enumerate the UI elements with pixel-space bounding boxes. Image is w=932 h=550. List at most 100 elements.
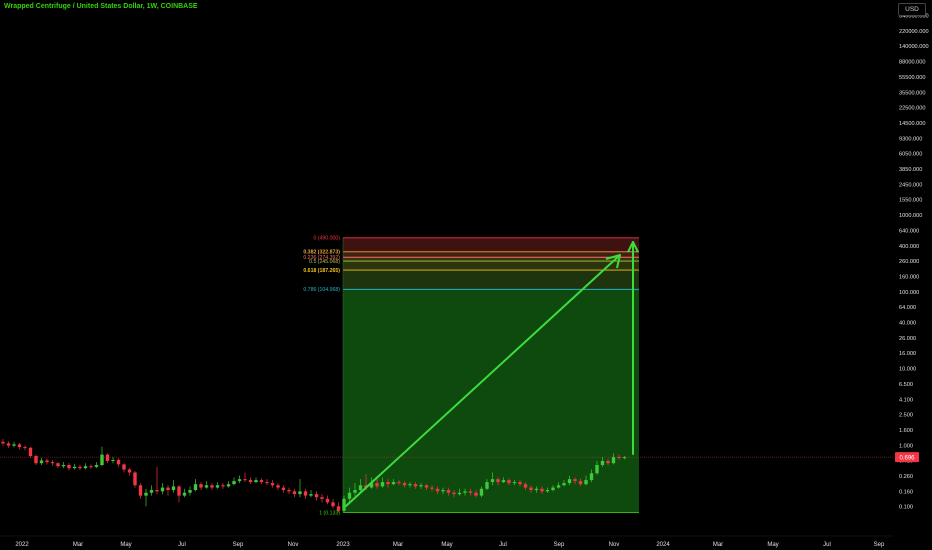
y-tick-label: 3850.000 xyxy=(899,167,922,173)
candle-body xyxy=(28,447,33,456)
y-tick-label: 4.100 xyxy=(899,397,913,403)
candle-body xyxy=(518,482,522,485)
candle-body xyxy=(595,464,599,474)
y-tick-label: 160.000 xyxy=(899,274,919,280)
candle-body xyxy=(254,480,258,483)
fib-label-0.786: 0.786 (104.968) xyxy=(303,287,340,293)
candle-body xyxy=(606,460,610,464)
y-tick-label: 9300.000 xyxy=(899,136,922,142)
x-tick-label: Sep xyxy=(233,542,244,548)
candle-body xyxy=(17,444,22,448)
x-tick-label: Nov xyxy=(288,542,299,548)
candle-body xyxy=(545,490,550,492)
candle-body xyxy=(199,484,203,488)
candle-body xyxy=(276,485,280,488)
fib-band xyxy=(343,251,639,258)
candle-body xyxy=(457,492,462,495)
candle-body xyxy=(237,479,242,482)
y-tick-label: 26.000 xyxy=(899,336,916,342)
candle-body xyxy=(474,492,478,496)
candle-body xyxy=(138,485,143,496)
candle-body xyxy=(287,490,291,492)
candle-body xyxy=(155,490,159,492)
candle-body xyxy=(600,460,605,465)
candle-body xyxy=(171,486,176,491)
candle-body xyxy=(265,482,269,484)
candle-body xyxy=(215,485,220,488)
y-tick-label: 2.500 xyxy=(899,413,913,419)
candle-body xyxy=(12,444,16,446)
candle-body xyxy=(325,498,330,503)
candle-body xyxy=(204,485,209,488)
y-tick-label: 6050.000 xyxy=(899,152,922,158)
candle-body xyxy=(496,479,500,483)
candle-body xyxy=(45,460,49,463)
target-zone xyxy=(343,289,639,513)
candle-body xyxy=(270,483,275,486)
candle-body xyxy=(94,464,99,467)
x-tick-label: Mar xyxy=(393,542,403,548)
y-tick-label: 640.000 xyxy=(899,228,919,234)
y-tick-label: 0.100 xyxy=(899,505,913,511)
candle-body xyxy=(243,479,247,481)
x-tick-label: 2024 xyxy=(656,542,670,548)
candle-body xyxy=(375,483,379,487)
candle-body xyxy=(160,487,165,492)
candle-body xyxy=(122,464,126,470)
candle-body xyxy=(523,484,528,488)
x-tick-label: Sep xyxy=(554,542,565,548)
candle-body xyxy=(331,502,335,507)
candle-body xyxy=(556,485,561,488)
candle-body xyxy=(248,480,253,483)
price-chart[interactable]: 0 (490.000)0.236 (274.392)0.382 (322.873… xyxy=(0,0,932,550)
candle-body xyxy=(188,490,192,493)
y-tick-label: 55500.000 xyxy=(899,75,925,81)
x-tick-label: Mar xyxy=(713,542,723,548)
candle-body xyxy=(353,490,357,493)
x-tick-label: May xyxy=(767,542,778,548)
candle-body xyxy=(149,490,154,493)
candle-body xyxy=(100,454,104,465)
candle-body xyxy=(485,482,489,489)
y-tick-label: 260.000 xyxy=(899,259,919,265)
fib-label-0.5: 0.5 (245.068) xyxy=(309,259,340,265)
candle-body xyxy=(380,482,385,487)
candle-body xyxy=(281,487,286,491)
candle-body xyxy=(116,459,121,465)
y-tick-label: 22500.000 xyxy=(899,106,925,112)
candle-body xyxy=(589,473,594,481)
x-tick-label: Mar xyxy=(73,542,83,548)
currency-button[interactable]: USD xyxy=(898,3,926,16)
candle-body xyxy=(358,485,363,491)
candle-body xyxy=(551,487,555,491)
fib-band xyxy=(343,257,639,262)
y-tick-label: 220000.000 xyxy=(899,29,929,35)
candle-body xyxy=(61,464,66,467)
x-tick-label: Sep xyxy=(874,542,885,548)
y-tick-label: 1550.000 xyxy=(899,198,922,204)
candle-body xyxy=(127,469,132,473)
candle-body xyxy=(177,486,181,496)
fib-label-0: 0 (490.000) xyxy=(313,236,340,242)
candle-body xyxy=(430,487,434,489)
candle-body xyxy=(193,484,198,491)
candle-body xyxy=(23,447,27,449)
candle-body xyxy=(309,494,313,496)
candle-body xyxy=(567,479,572,484)
fib-band xyxy=(343,261,639,271)
y-tick-label: 1.600 xyxy=(899,428,913,434)
y-tick-label: 400.000 xyxy=(899,244,919,250)
candle-body xyxy=(435,488,440,492)
fib-band xyxy=(343,237,639,252)
candle-body xyxy=(303,491,308,496)
y-tick-label: 16.000 xyxy=(899,351,916,357)
fib-label-0.382: 0.382 (322.873) xyxy=(303,250,340,256)
y-tick-label: 2450.000 xyxy=(899,182,922,188)
candle-body xyxy=(501,480,506,483)
x-tick-label: Nov xyxy=(609,542,620,548)
candle-body xyxy=(573,479,577,482)
candle-body xyxy=(1,441,5,444)
candle-body xyxy=(298,491,302,495)
x-tick-label: 2023 xyxy=(336,542,350,548)
candle-body xyxy=(386,482,390,485)
